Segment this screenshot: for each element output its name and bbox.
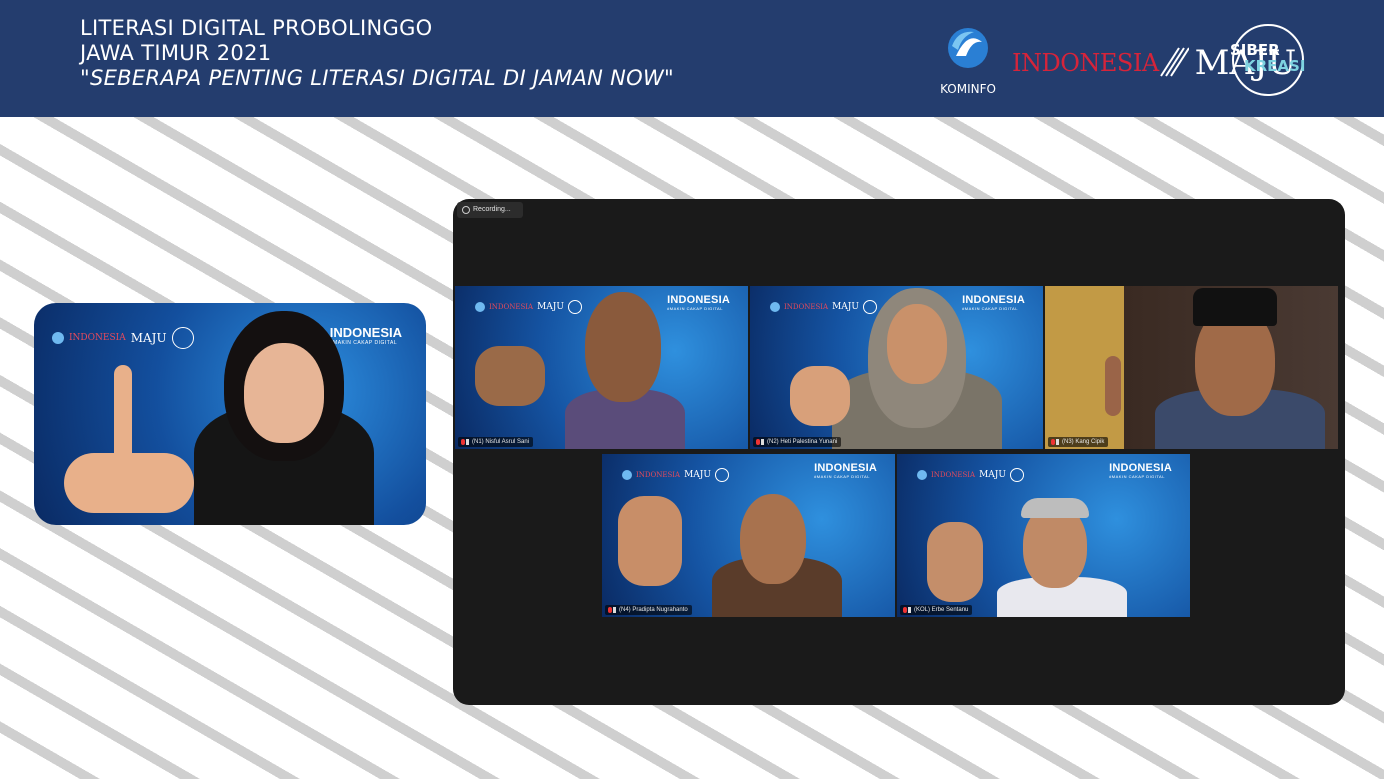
pin-icon xyxy=(1056,439,1059,445)
tile-logo-indonesia: INDONESIA xyxy=(931,471,976,479)
participant-name-label: (N2) Heti Palestina Yunani xyxy=(753,437,842,447)
participant-tile-2[interactable]: INDONESIA MAJU INDONESIA #MAKIN CAKAP DI… xyxy=(750,286,1043,449)
pin-icon xyxy=(761,439,764,445)
kominfo-logo: KOMINFO xyxy=(938,22,998,96)
event-header-banner: LITERASI DIGITAL PROBOLINGGO JAWA TIMUR … xyxy=(0,0,1384,117)
host-logo-maju: MAJU xyxy=(130,331,167,345)
event-subtitle: "SEBERAPA PENTING LITERASI DIGITAL DI JA… xyxy=(80,66,675,90)
kominfo-mini-icon xyxy=(52,332,64,344)
host-video-tile[interactable]: INDONESIA MAJU INDONESIA #MAKIN CAKAP DI… xyxy=(34,303,426,525)
participant-person xyxy=(555,286,695,449)
kominfo-mini-icon xyxy=(917,470,927,480)
kominfo-label: KOMINFO xyxy=(940,82,996,96)
participant-tile-1[interactable]: INDONESIA MAJU INDONESIA #MAKIN CAKAP DI… xyxy=(455,286,748,449)
kreasi-wordmark: KREASI xyxy=(1244,57,1306,75)
event-title-block: LITERASI DIGITAL PROBOLINGGO JAWA TIMUR … xyxy=(80,16,674,91)
participant-hand xyxy=(927,522,983,602)
participant-name: (KOL) Erbe Sentanu xyxy=(914,607,969,613)
event-title-line2: JAWA TIMUR 2021 xyxy=(80,41,272,65)
participant-name: (N1) Nisful Asrul Sani xyxy=(472,439,530,445)
pin-icon xyxy=(466,439,469,445)
kominfo-mini-icon xyxy=(475,302,485,312)
kominfo-mini-icon xyxy=(770,302,780,312)
host-logo-indonesia: INDONESIA xyxy=(69,333,126,343)
participant-hand xyxy=(475,346,545,406)
participant-hand xyxy=(618,496,682,586)
tile-logo-indonesia: INDONESIA xyxy=(489,303,534,311)
mic-muted-icon xyxy=(903,607,907,613)
participant-name: (N4) Pradipta Nugrahanto xyxy=(619,607,688,613)
host-person xyxy=(184,303,384,525)
siberkreasi-logo: SIBER KREASI xyxy=(1230,24,1306,96)
kominfo-emblem-icon xyxy=(948,28,988,68)
participant-name: (N3) Kang Cipik xyxy=(1062,439,1105,445)
participant-hand xyxy=(1105,356,1121,416)
recording-label: Recording... xyxy=(473,206,511,213)
mic-muted-icon xyxy=(1051,439,1055,445)
participant-name-label: (N1) Nisful Asrul Sani xyxy=(458,437,534,447)
mic-muted-icon xyxy=(608,607,612,613)
host-hand xyxy=(64,453,194,513)
participant-tile-5[interactable]: INDONESIA MAJU INDONESIA #MAKIN CAKAP DI… xyxy=(897,454,1190,617)
tile-logo-indonesia: INDONESIA xyxy=(636,471,681,479)
event-title-line1: LITERASI DIGITAL PROBOLINGGO xyxy=(80,16,433,40)
grey-hair xyxy=(1021,498,1089,518)
participant-tile-3[interactable]: (N3) Kang Cipik xyxy=(1045,286,1338,449)
participant-person xyxy=(832,286,1002,449)
recording-dot-icon xyxy=(462,206,470,214)
mic-muted-icon xyxy=(461,439,465,445)
kominfo-mini-icon xyxy=(622,470,632,480)
participant-name-label: (N4) Pradipta Nugrahanto xyxy=(605,605,692,615)
mic-muted-icon xyxy=(756,439,760,445)
tile-logo-indonesia: INDONESIA xyxy=(784,303,829,311)
peci-cap xyxy=(1193,288,1277,326)
tile-logo-maju: MAJU xyxy=(684,470,712,480)
host-face xyxy=(244,343,324,443)
participant-name: (N2) Heti Palestina Yunani xyxy=(767,439,838,445)
participant-name-label: (KOL) Erbe Sentanu xyxy=(900,605,973,615)
pin-icon xyxy=(613,607,616,613)
participant-tile-4[interactable]: INDONESIA MAJU INDONESIA #MAKIN CAKAP DI… xyxy=(602,454,895,617)
participant-name-label: (N3) Kang Cipik xyxy=(1048,437,1109,447)
participant-person xyxy=(1155,286,1325,449)
pin-icon xyxy=(908,607,911,613)
recording-indicator: Recording... xyxy=(457,202,523,218)
participant-person xyxy=(712,454,842,617)
stripes-swoosh-icon xyxy=(1159,47,1189,77)
host-tile-logos: INDONESIA MAJU xyxy=(52,327,194,349)
zoom-gallery-window[interactable]: Recording... INDONESIA MAJU INDONESIA #M… xyxy=(453,199,1345,705)
indonesia-wordmark: INDONESIA xyxy=(1012,49,1159,77)
participant-person xyxy=(997,454,1127,617)
participant-hand xyxy=(790,366,850,426)
